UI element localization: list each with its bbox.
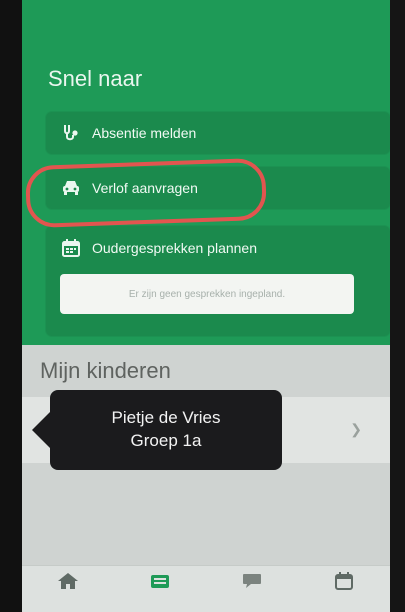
no-meetings-message: Er zijn geen gesprekken ingepland. <box>60 274 354 314</box>
bottom-nav <box>22 565 390 612</box>
phone-screen: Snel naar Absentie melden Verlof aanvrag… <box>22 0 390 612</box>
nav-home[interactable] <box>44 566 92 612</box>
child-group: Groep 1a <box>130 431 202 450</box>
photo-edge-left <box>0 0 22 612</box>
absence-report-label: Absentie melden <box>92 125 197 141</box>
absence-report-button[interactable]: Absentie melden <box>46 112 390 154</box>
leave-request-button[interactable]: Verlof aanvragen <box>46 167 390 209</box>
child-name: Pietje de Vries <box>111 408 221 428</box>
quick-links-title: Snel naar <box>48 66 143 91</box>
children-title: Mijn kinderen <box>40 358 171 383</box>
calendar-icon <box>335 572 353 590</box>
chevron-right-icon: ❯ <box>350 421 362 437</box>
child-tooltip: Pietje de Vries Groep 1a <box>32 390 282 470</box>
nav-calendar[interactable] <box>320 566 368 612</box>
leave-request-label: Verlof aanvragen <box>92 180 198 196</box>
parent-meetings-card[interactable]: Oudergesprekken plannen Er zijn geen ges… <box>46 226 390 336</box>
calendar-icon <box>60 237 82 259</box>
home-icon <box>58 573 78 589</box>
stethoscope-icon <box>60 122 82 144</box>
nav-inbox[interactable] <box>136 566 184 612</box>
chat-icon <box>243 574 261 588</box>
inbox-icon <box>151 575 169 588</box>
parent-meetings-label: Oudergesprekken plannen <box>92 240 258 256</box>
nav-chat[interactable] <box>228 566 276 612</box>
car-icon <box>60 177 82 199</box>
photo-edge-right <box>390 0 405 612</box>
